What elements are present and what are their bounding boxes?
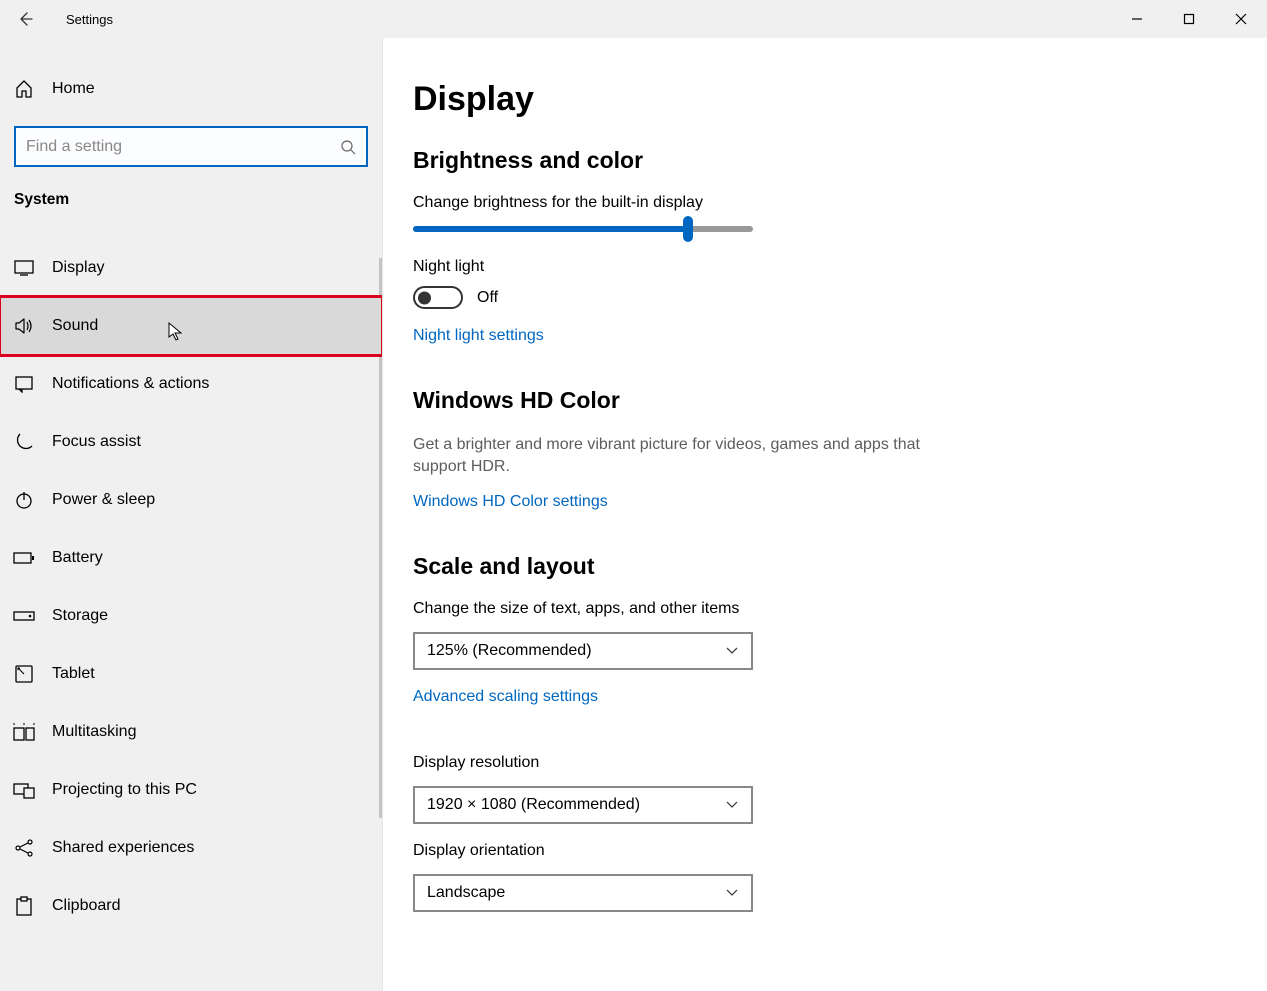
dropdown-value: Landscape: [427, 884, 505, 902]
toggle-knob: [418, 291, 431, 304]
nav-label: Multitasking: [52, 723, 136, 741]
content: Display Brightness and color Change brig…: [383, 38, 1267, 991]
resolution-label: Display resolution: [413, 754, 1237, 772]
nav-notifications[interactable]: Notifications & actions: [0, 355, 382, 413]
home-icon: [13, 79, 35, 99]
sidebar: Home System Display Sound: [0, 38, 383, 991]
nav-label: Power & sleep: [52, 491, 155, 509]
clipboard-icon: [13, 896, 35, 916]
night-light-toggle[interactable]: [413, 286, 463, 309]
projecting-icon: [13, 781, 35, 799]
nav-focus-assist[interactable]: Focus assist: [0, 413, 382, 471]
home-button[interactable]: Home: [0, 60, 382, 118]
page-title: Display: [413, 80, 1237, 119]
battery-icon: [13, 551, 35, 565]
maximize-button[interactable]: [1163, 0, 1215, 38]
nav-label: Display: [52, 259, 104, 277]
nav-label: Tablet: [52, 665, 95, 683]
nav-label: Projecting to this PC: [52, 781, 197, 799]
hd-desc: Get a brighter and more vibrant picture …: [413, 434, 953, 479]
focus-assist-icon: [13, 432, 35, 452]
category-label: System: [14, 191, 382, 209]
nav-label: Notifications & actions: [52, 375, 209, 393]
adv-scaling-link[interactable]: Advanced scaling settings: [413, 688, 598, 706]
nav-battery[interactable]: Battery: [0, 529, 382, 587]
nav-label: Storage: [52, 607, 108, 625]
nav-clipboard[interactable]: Clipboard: [0, 877, 382, 935]
nav-label: Battery: [52, 549, 103, 567]
brightness-slider[interactable]: [413, 226, 753, 232]
dropdown-value: 125% (Recommended): [427, 642, 592, 660]
scale-section-title: Scale and layout: [413, 553, 1237, 580]
chevron-down-icon: [725, 800, 739, 810]
dropdown-value: 1920 × 1080 (Recommended): [427, 796, 640, 814]
brightness-label: Change brightness for the built-in displ…: [413, 194, 1237, 212]
nav-multitasking[interactable]: Multitasking: [0, 703, 382, 761]
slider-fill: [413, 226, 688, 232]
titlebar: Settings: [0, 0, 1267, 38]
hd-settings-link[interactable]: Windows HD Color settings: [413, 493, 608, 511]
multitasking-icon: [13, 723, 35, 741]
night-light-settings-link[interactable]: Night light settings: [413, 327, 544, 345]
sound-icon: [13, 317, 35, 335]
tablet-icon: [13, 664, 35, 684]
nav-storage[interactable]: Storage: [0, 587, 382, 645]
orientation-dropdown[interactable]: Landscape: [413, 874, 753, 912]
nav-shared-experiences[interactable]: Shared experiences: [0, 819, 382, 877]
hd-section-title: Windows HD Color: [413, 387, 1237, 414]
chevron-down-icon: [725, 646, 739, 656]
chevron-down-icon: [725, 888, 739, 898]
search-input[interactable]: [26, 138, 340, 156]
nav-label: Focus assist: [52, 433, 141, 451]
back-button[interactable]: [0, 0, 50, 38]
cursor-icon: [168, 322, 184, 342]
nav-power-sleep[interactable]: Power & sleep: [0, 471, 382, 529]
nav-projecting[interactable]: Projecting to this PC: [0, 761, 382, 819]
storage-icon: [13, 609, 35, 623]
orientation-label: Display orientation: [413, 842, 1237, 860]
nav-tablet[interactable]: Tablet: [0, 645, 382, 703]
search-icon: [340, 139, 356, 155]
power-icon: [13, 490, 35, 510]
nav-display[interactable]: Display: [0, 239, 382, 297]
brightness-section-title: Brightness and color: [413, 147, 1237, 174]
nav-label: Sound: [52, 317, 98, 335]
nav-list: Display Sound Notifications & actions: [0, 239, 382, 935]
night-light-label: Night light: [413, 258, 1237, 276]
search-box[interactable]: [14, 126, 368, 167]
display-icon: [13, 260, 35, 276]
minimize-button[interactable]: [1111, 0, 1163, 38]
nav-label: Shared experiences: [52, 839, 194, 857]
scale-size-label: Change the size of text, apps, and other…: [413, 600, 1237, 618]
notifications-icon: [13, 375, 35, 393]
resolution-dropdown[interactable]: 1920 × 1080 (Recommended): [413, 786, 753, 824]
window-title: Settings: [66, 12, 113, 27]
night-light-state: Off: [477, 289, 498, 307]
scale-size-dropdown[interactable]: 125% (Recommended): [413, 632, 753, 670]
nav-label: Clipboard: [52, 897, 120, 915]
nav-sound[interactable]: Sound: [0, 297, 382, 355]
home-label: Home: [52, 80, 95, 98]
shared-icon: [13, 838, 35, 858]
slider-thumb[interactable]: [683, 216, 693, 242]
close-button[interactable]: [1215, 0, 1267, 38]
